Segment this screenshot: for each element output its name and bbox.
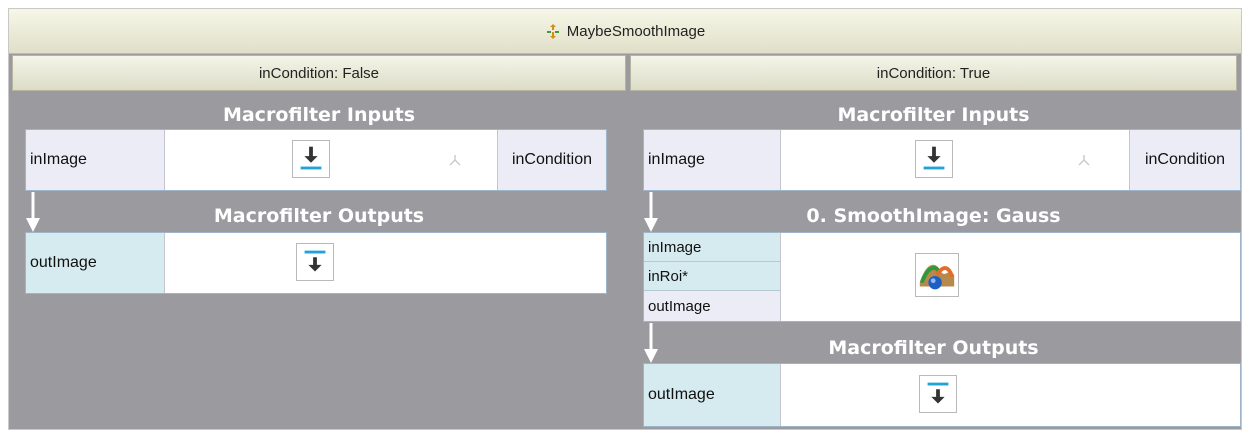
input-port-inimage[interactable]: inImage: [644, 130, 781, 190]
macrofilter-icon: [546, 24, 559, 39]
variant-header-true[interactable]: inCondition: True: [630, 55, 1237, 91]
output-port-outimage[interactable]: outImage: [644, 364, 781, 426]
filter-block-smoothimage[interactable]: inImage inRoi* outImage: [643, 232, 1241, 322]
macrofilter-outputs-block-false[interactable]: outImage: [25, 232, 607, 294]
macrofilter-inputs-block-false[interactable]: inImage inCondition: [25, 129, 607, 191]
fork-icon: [449, 155, 461, 166]
macrofilter-canvas: MaybeSmoothImage inCondition: False Macr…: [8, 8, 1242, 430]
input-port-inimage[interactable]: inImage: [26, 130, 165, 190]
input-port-incondition[interactable]: inCondition: [1129, 130, 1240, 190]
variant-header-false[interactable]: inCondition: False: [12, 55, 626, 91]
inputs-section-title-true: Macrofilter Inputs: [837, 104, 1030, 126]
input-arrow-icon: [915, 140, 953, 178]
outputs-section-title-true: Macrofilter Outputs: [828, 337, 1039, 359]
smooth-image-icon: [915, 253, 959, 297]
macrofilter-title-bar[interactable]: MaybeSmoothImage: [9, 9, 1241, 54]
output-arrow-icon: [296, 243, 334, 281]
filter-port-inroi[interactable]: inRoi*: [644, 262, 781, 291]
macrofilter-title: MaybeSmoothImage: [566, 22, 706, 40]
outputs-section-title-false: Macrofilter Outputs: [213, 205, 425, 227]
filter-port-inimage[interactable]: inImage: [644, 233, 781, 262]
macrofilter-inputs-block-true[interactable]: inImage inCondition: [643, 129, 1241, 191]
filter-port-outimage[interactable]: outImage: [644, 291, 781, 321]
fork-icon: [1078, 155, 1090, 166]
inputs-section-title-false: Macrofilter Inputs: [222, 104, 416, 126]
macrofilter-outputs-block-true[interactable]: outImage: [643, 363, 1241, 427]
output-port-outimage[interactable]: outImage: [26, 233, 165, 293]
filter-title: 0. SmoothImage: Gauss: [806, 205, 1061, 227]
variant-header-label: inCondition: False: [258, 64, 380, 82]
input-arrow-icon: [292, 140, 330, 178]
input-port-incondition[interactable]: inCondition: [497, 130, 606, 190]
variant-header-label: inCondition: True: [876, 64, 991, 82]
output-arrow-icon: [919, 375, 957, 413]
